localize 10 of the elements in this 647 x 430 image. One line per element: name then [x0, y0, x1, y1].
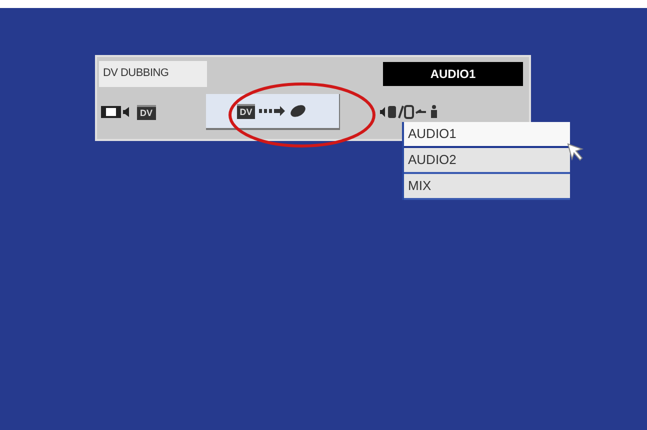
- tape-speaker-icon: [101, 105, 131, 119]
- dropdown-item[interactable]: AUDIO2: [404, 148, 570, 174]
- current-value-display: AUDIO1: [383, 62, 523, 86]
- dv-dub-button[interactable]: DV: [206, 94, 340, 130]
- menu-title: DV DUBBING: [99, 60, 207, 86]
- dv-label: DV: [137, 104, 156, 120]
- dropdown-item[interactable]: MIX: [404, 174, 570, 200]
- dropdown-item[interactable]: AUDIO1: [404, 122, 570, 148]
- cursor-icon: [567, 143, 585, 161]
- arrow-disc-icon: [259, 104, 308, 118]
